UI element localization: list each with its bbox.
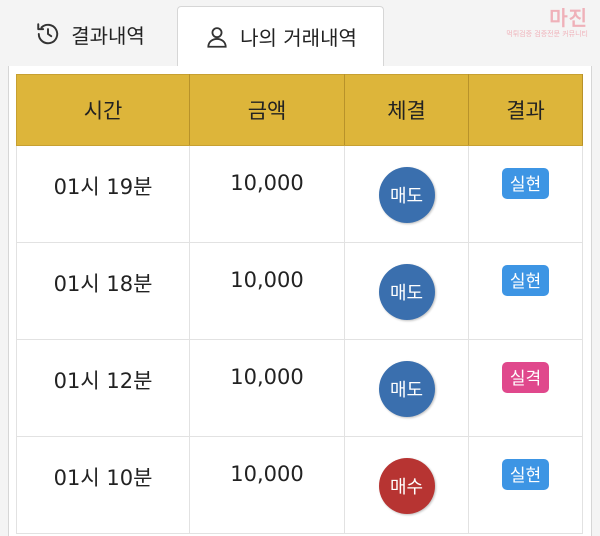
time-text: 01시 12분 <box>53 369 153 393</box>
cell-amount: 10,000 <box>189 242 345 340</box>
cell-time: 01시 18분 <box>15 242 191 340</box>
trade-history-table: 시간 금액 체결 결과 01시 19분 10,000 매도 실현 01시 18분… <box>15 74 583 534</box>
watermark-logo: 마진 먹튀검증 검증전문 커뮤니티 <box>438 2 588 38</box>
table-row: 01시 19분 10,000 매도 실현 <box>15 145 583 243</box>
result-badge: 실현 <box>501 168 550 199</box>
amount-text: 10,000 <box>230 462 304 486</box>
header-trade: 체결 <box>343 74 470 146</box>
cell-result: 실현 <box>468 145 583 243</box>
result-badge: 실격 <box>501 362 550 393</box>
watermark-subtitle: 먹튀검증 검증전문 커뮤니티 <box>506 30 588 38</box>
cell-result: 실격 <box>468 339 583 437</box>
tab-my-trades[interactable]: 나의 거래내역 <box>177 6 384 66</box>
tab-results[interactable]: 결과내역 <box>8 4 172 64</box>
header-amount: 금액 <box>189 74 345 146</box>
header-time: 시간 <box>15 74 191 146</box>
user-icon <box>204 24 230 50</box>
cell-amount: 10,000 <box>189 436 345 534</box>
cell-amount: 10,000 <box>189 145 345 243</box>
cell-trade: 매수 <box>343 436 470 534</box>
time-text: 01시 19분 <box>53 175 153 199</box>
cell-time: 01시 19분 <box>15 145 191 243</box>
trade-history-panel: 시간 금액 체결 결과 01시 19분 10,000 매도 실현 01시 18분… <box>8 66 592 536</box>
cell-trade: 매도 <box>343 145 470 243</box>
trade-type-badge: 매도 <box>378 167 435 223</box>
cell-time: 01시 12분 <box>15 339 191 437</box>
cell-result: 실현 <box>468 436 583 534</box>
tab-my-trades-label: 나의 거래내역 <box>240 26 357 50</box>
amount-text: 10,000 <box>230 365 304 389</box>
table-row: 01시 12분 10,000 매도 실격 <box>15 339 583 437</box>
trade-type-badge: 매도 <box>378 264 435 320</box>
cell-trade: 매도 <box>343 242 470 340</box>
cell-amount: 10,000 <box>189 339 345 437</box>
time-text: 01시 18분 <box>53 272 153 296</box>
watermark-title: 마진 <box>549 6 588 30</box>
time-text: 01시 10분 <box>53 466 153 490</box>
cell-result: 실현 <box>468 242 583 340</box>
history-icon <box>35 21 61 47</box>
header-result: 결과 <box>468 74 583 146</box>
tab-bar: 결과내역 나의 거래내역 마진 먹튀검증 검증전문 커뮤니티 <box>0 0 600 66</box>
cell-trade: 매도 <box>343 339 470 437</box>
cell-time: 01시 10분 <box>15 436 191 534</box>
result-badge: 실현 <box>501 459 550 490</box>
trade-type-badge: 매도 <box>378 361 435 417</box>
table-row: 01시 10분 10,000 매수 실현 <box>15 436 583 534</box>
amount-text: 10,000 <box>230 171 304 195</box>
result-badge: 실현 <box>501 265 550 296</box>
tab-results-label: 결과내역 <box>71 23 145 48</box>
table-header-row: 시간 금액 체결 결과 <box>15 74 583 146</box>
table-row: 01시 18분 10,000 매도 실현 <box>15 242 583 340</box>
amount-text: 10,000 <box>230 268 304 292</box>
trade-type-badge: 매수 <box>378 458 435 514</box>
